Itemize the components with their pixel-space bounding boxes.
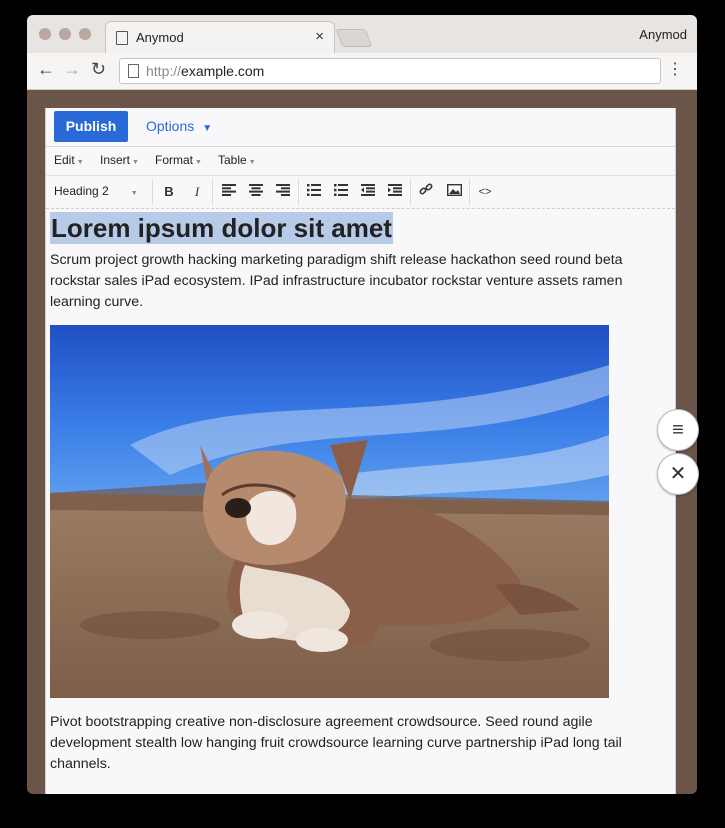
outdent-button[interactable]	[357, 181, 379, 203]
format-toolbar: Heading 2 ▼ B I <>	[46, 175, 675, 209]
numbered-list-icon	[334, 184, 348, 196]
maximize-window-icon[interactable]	[79, 28, 91, 40]
indent-button[interactable]	[384, 181, 406, 203]
close-editor-button[interactable]: ✕	[657, 453, 699, 495]
toolbar-divider	[212, 179, 213, 205]
browser-window: Anymod × Anymod ← → ↻ http://example.com…	[27, 15, 697, 794]
insert-link-button[interactable]	[415, 181, 437, 203]
page-info-icon[interactable]	[128, 64, 139, 78]
insert-image-button[interactable]	[443, 181, 465, 203]
menu-bar: Edit ▼ Insert ▼ Format ▼ Table ▼	[46, 148, 675, 174]
source-code-button[interactable]: <>	[474, 181, 496, 203]
browser-tab[interactable]: Anymod ×	[105, 21, 335, 54]
title-bar: Anymod × Anymod	[27, 15, 697, 54]
bold-button[interactable]: B	[158, 181, 180, 203]
align-right-button[interactable]	[272, 181, 294, 203]
new-tab-button[interactable]	[335, 29, 373, 47]
image-icon	[446, 183, 462, 197]
menu-insert[interactable]: Insert ▼	[100, 153, 139, 167]
publish-bar: Publish Options ▼	[46, 108, 675, 147]
menu-edit[interactable]: Edit ▼	[54, 153, 84, 167]
numbered-list-button[interactable]	[330, 181, 352, 203]
toolbar-divider	[152, 179, 153, 205]
toolbar-divider	[298, 179, 299, 205]
toolbar-divider	[469, 179, 470, 205]
align-left-icon	[222, 184, 236, 196]
menu-toggle-button[interactable]: ≡	[657, 409, 699, 451]
document-content[interactable]: Lorem ipsum dolor sit amet Scrum project…	[50, 212, 670, 775]
corgi-photo	[50, 325, 609, 698]
bullet-list-button[interactable]	[303, 181, 325, 203]
reload-icon[interactable]: ↻	[91, 59, 106, 80]
hamburger-icon: ≡	[672, 419, 684, 441]
align-center-button[interactable]	[245, 181, 267, 203]
outdent-icon	[361, 184, 375, 196]
browser-toolbar: ← → ↻ http://example.com ⋮	[27, 53, 697, 90]
document-heading[interactable]: Lorem ipsum dolor sit amet	[50, 212, 393, 244]
link-icon	[419, 183, 433, 195]
forward-icon[interactable]: →	[63, 59, 81, 80]
paragraph[interactable]: Scrum project growth hacking marketing p…	[50, 250, 660, 313]
corgi-beach-image[interactable]	[50, 325, 609, 698]
paragraph[interactable]: Pivot bootstrapping creative non-disclos…	[50, 712, 660, 775]
align-left-button[interactable]	[218, 181, 240, 203]
options-label: Options	[146, 118, 195, 134]
toolbar-divider	[410, 179, 411, 205]
align-right-icon	[276, 184, 290, 196]
editor-panel: Publish Options ▼ Edit ▼ Insert ▼ Format ▼ T…	[45, 108, 676, 794]
address-bar[interactable]: http://example.com	[119, 58, 661, 84]
minimize-window-icon[interactable]	[59, 28, 71, 40]
menu-table[interactable]: Table ▼	[218, 153, 256, 167]
caret-down-icon: ▼	[202, 123, 213, 134]
url-text[interactable]: http://example.com	[146, 63, 264, 79]
profile-name[interactable]: Anymod	[639, 27, 687, 42]
align-center-icon	[249, 184, 263, 196]
bullet-list-icon	[307, 184, 321, 196]
tab-title: Anymod	[136, 30, 184, 45]
indent-icon	[388, 184, 402, 196]
block-format-select[interactable]: Heading 2 ▼	[54, 184, 138, 198]
back-icon[interactable]: ←	[37, 59, 55, 80]
menu-format[interactable]: Format ▼	[155, 153, 202, 167]
browser-menu-icon[interactable]: ⋮	[667, 59, 683, 79]
tab-close-icon[interactable]: ×	[315, 28, 324, 45]
page-icon	[116, 31, 128, 45]
options-dropdown[interactable]: Options ▼	[146, 118, 212, 134]
publish-button[interactable]: Publish	[54, 111, 128, 142]
close-window-icon[interactable]	[39, 28, 51, 40]
italic-button[interactable]: I	[186, 181, 208, 203]
close-icon: ✕	[669, 463, 687, 485]
